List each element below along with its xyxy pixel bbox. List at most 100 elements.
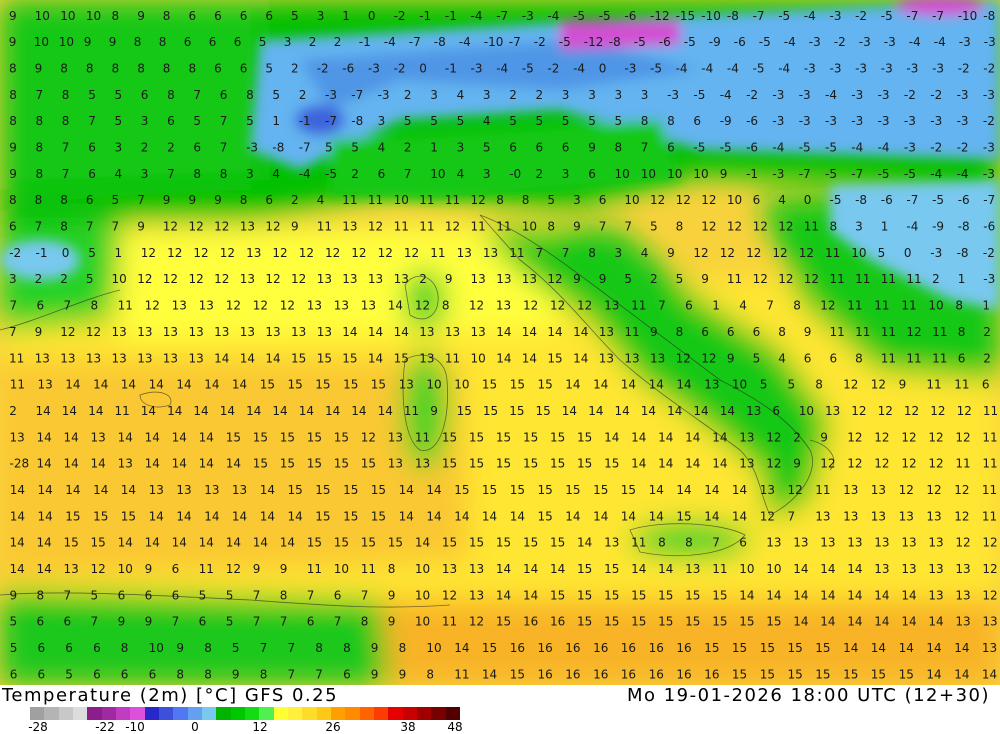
grid-value: 5 [588, 114, 596, 128]
grid-value: 5 [760, 378, 768, 392]
grid-value: 13 [240, 220, 255, 234]
grid-value: 15 [288, 483, 303, 497]
grid-value: 9 [667, 246, 675, 260]
grid-value: 15 [342, 351, 357, 365]
grid-value: -7 [851, 167, 863, 181]
grid-value: 12 [91, 562, 106, 576]
grid-value: 14 [899, 641, 914, 655]
grid-value: -5 [650, 62, 662, 76]
grid-value: 12 [778, 220, 793, 234]
grid-value: 11 [317, 220, 332, 234]
grid-value: 5 [91, 588, 99, 602]
grid-value: 12 [874, 457, 889, 471]
grid-value: 9 [9, 35, 17, 49]
grid-value: 12 [299, 246, 314, 260]
grid-value: 0 [904, 246, 912, 260]
grid-value: 3 [483, 167, 491, 181]
grid-value: 15 [843, 667, 858, 681]
grid-value: 6 [38, 641, 46, 655]
grid-value: 5 [115, 88, 123, 102]
grid-value: 14 [172, 457, 187, 471]
grid-value: 5 [10, 615, 18, 629]
grid-value: -5 [720, 141, 732, 155]
grid-value: -3 [799, 88, 811, 102]
grid-value: 6 [93, 667, 101, 681]
grid-value: 12 [982, 562, 997, 576]
grid-value: 3 [615, 88, 623, 102]
grid-value: 8 [121, 641, 129, 655]
grid-value: 8 [815, 378, 823, 392]
grid-value: 9 [388, 615, 396, 629]
grid-value: 3 [615, 246, 623, 260]
grid-value: 10 [454, 378, 469, 392]
grid-value: 14 [482, 667, 497, 681]
grid-value: 13 [419, 351, 434, 365]
grid-value: -3 [904, 114, 916, 128]
grid-value: 7 [172, 615, 180, 629]
grid-value: 16 [676, 667, 691, 681]
grid-value: 12 [265, 220, 280, 234]
grid-value: 14 [141, 404, 156, 418]
grid-value: -4 [727, 62, 739, 76]
grid-value: -4 [384, 35, 396, 49]
grid-value: 15 [604, 615, 619, 629]
grid-value: -6 [624, 9, 636, 23]
grid-value: 11 [906, 351, 921, 365]
grid-value: 13 [469, 588, 484, 602]
grid-value: 6 [149, 667, 157, 681]
grid-value: 15 [547, 351, 562, 365]
grid-value: 10 [693, 167, 708, 181]
grid-value: 11 [368, 193, 383, 207]
grid-value: 4 [378, 141, 386, 155]
grid-value: 12 [901, 457, 916, 471]
grid-value: 9 [820, 430, 828, 444]
grid-value: -2 [317, 62, 329, 76]
grid-value: 6 [145, 588, 153, 602]
grid-value: 11 [394, 220, 409, 234]
grid-value: 7 [599, 220, 607, 234]
grid-value: -5 [878, 167, 890, 181]
legend-swatch [115, 707, 131, 720]
grid-value: 13 [483, 246, 498, 260]
grid-value: -7 [299, 141, 311, 155]
grid-value: 15 [343, 509, 358, 523]
grid-value: 9 [588, 141, 596, 155]
grid-value: 14 [739, 588, 754, 602]
grid-value: 14 [426, 509, 441, 523]
grid-value: 8 [615, 141, 623, 155]
grid-value: 7 [86, 220, 94, 234]
legend-swatch [402, 707, 417, 720]
grid-value: 9 [804, 325, 812, 339]
grid-value: -3 [930, 246, 942, 260]
grid-value: 8 [240, 193, 248, 207]
grid-value: 2 [404, 88, 412, 102]
grid-value: 8 [189, 62, 197, 76]
grid-value: 14 [10, 483, 25, 497]
grid-value: 14 [793, 562, 808, 576]
legend-swatch [72, 707, 88, 720]
grid-value: 3 [115, 141, 123, 155]
grid-value: 13 [496, 299, 511, 313]
grid-value: 14 [577, 536, 592, 550]
grid-value: 5 [404, 114, 412, 128]
grid-value: -5 [522, 62, 534, 76]
grid-value: 12 [982, 536, 997, 550]
grid-value: 6 [93, 641, 101, 655]
grid-value: 8 [343, 641, 351, 655]
grid-value: 7 [35, 220, 43, 234]
grid-value: 15 [577, 430, 592, 444]
grid-value: 12 [325, 246, 340, 260]
grid-value: 3 [562, 167, 570, 181]
grid-value: -5 [325, 167, 337, 181]
grid-value: 7 [404, 167, 412, 181]
grid-value: 8 [36, 167, 44, 181]
grid-value: 5 [878, 246, 886, 260]
grid-value: 12 [469, 299, 484, 313]
grid-value: 14 [523, 588, 538, 602]
grid-value: 14 [62, 404, 77, 418]
grid-value: -7 [906, 193, 918, 207]
grid-value: -3 [957, 88, 969, 102]
grid-value: 14 [65, 378, 80, 392]
grid-value: 13 [91, 430, 106, 444]
grid-value: 12 [847, 457, 862, 471]
